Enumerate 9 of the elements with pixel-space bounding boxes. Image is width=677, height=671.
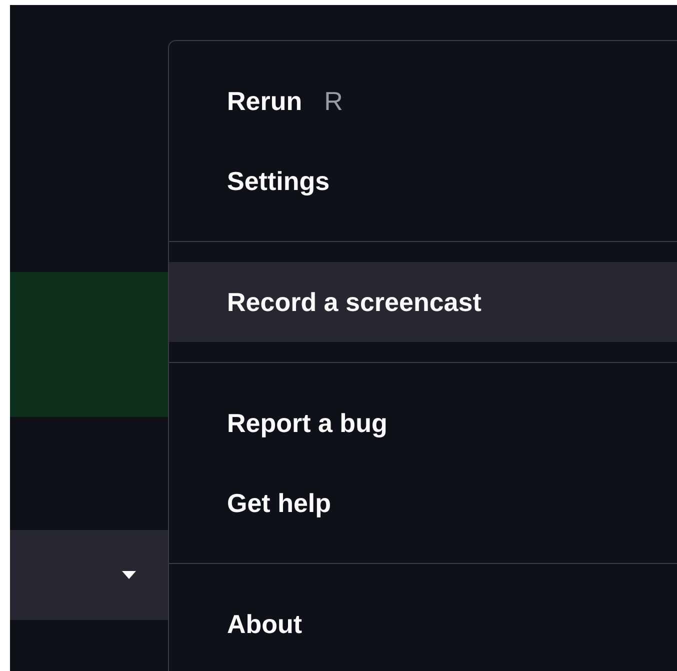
menu-item[interactable]: Record a screencast xyxy=(169,262,677,342)
menu-item[interactable]: Report a bug xyxy=(169,383,677,463)
menu-item[interactable]: About xyxy=(169,584,677,664)
menu-item[interactable]: Rerun R xyxy=(169,61,677,141)
shortcut-hint: R xyxy=(324,84,343,118)
menu-item[interactable]: Settings xyxy=(169,141,677,221)
menu-item[interactable]: Get help xyxy=(169,463,677,543)
select-field[interactable] xyxy=(10,530,168,620)
caret-icon xyxy=(122,571,136,579)
